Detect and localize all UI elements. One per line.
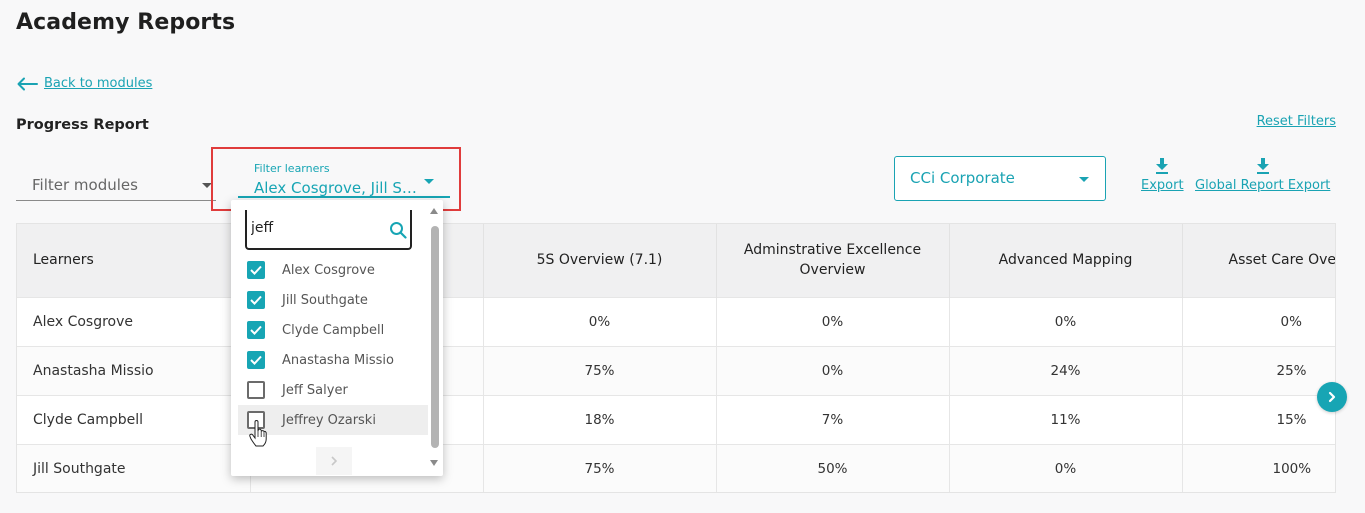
- check-icon: [250, 355, 262, 365]
- table-cell: 15%: [1182, 394, 1335, 444]
- column-header[interactable]: Asset Care Overview: [1182, 224, 1335, 297]
- global-report-export-label: Global Report Export: [1195, 178, 1331, 193]
- hand-pointer-icon: [249, 420, 267, 447]
- learner-option-label: Jeffrey Ozarski: [282, 412, 376, 428]
- back-to-modules-label: Back to modules: [44, 76, 153, 91]
- learner-search-input[interactable]: [251, 220, 381, 236]
- download-icon: [1156, 158, 1169, 174]
- filter-modules-select[interactable]: Filter modules: [16, 170, 216, 201]
- progress-table: Learners 5S Overview (7.1) Adminstrative…: [16, 223, 1336, 493]
- filter-modules-placeholder: Filter modules: [32, 176, 138, 194]
- search-icon: [390, 222, 407, 239]
- check-icon: [250, 265, 262, 275]
- learner-option[interactable]: Jeff Salyer: [238, 375, 428, 405]
- table-cell: 0%: [483, 296, 717, 346]
- learner-search-box[interactable]: [245, 210, 412, 250]
- check-icon: [250, 295, 262, 305]
- download-icon: [1256, 158, 1269, 174]
- report-title: Progress Report: [16, 117, 149, 133]
- table-header-row: Learners 5S Overview (7.1) Adminstrative…: [17, 224, 1335, 297]
- column-header[interactable]: Advanced Mapping: [949, 224, 1183, 297]
- table-cell: 25%: [1182, 345, 1335, 395]
- dropdown-next-button[interactable]: [316, 447, 352, 475]
- learner-option[interactable]: Anastasha Missio: [238, 345, 428, 375]
- table-row: Jill Southgate 75% 50% 0% 100%: [17, 443, 1335, 492]
- chevron-right-icon: [331, 456, 338, 466]
- table-cell: 11%: [949, 394, 1183, 444]
- chevron-right-icon: [1328, 391, 1336, 403]
- column-header-learners[interactable]: Learners: [17, 224, 251, 297]
- table-row: Alex Cosgrove 0% 0% 0% 0%: [17, 296, 1335, 346]
- scroll-up-arrow-icon[interactable]: [430, 208, 438, 214]
- table-cell: 50%: [716, 443, 950, 492]
- back-to-modules-link[interactable]: Back to modules: [16, 76, 152, 91]
- table-cell: 75%: [483, 345, 717, 395]
- checkbox-checked[interactable]: [247, 351, 265, 369]
- column-header[interactable]: 5S Overview (7.1): [483, 224, 717, 297]
- learner-option[interactable]: Alex Cosgrove: [238, 255, 428, 285]
- column-header[interactable]: Adminstrative Excellence Overview: [716, 224, 950, 297]
- caret-down-icon: [1079, 177, 1089, 182]
- scroll-down-arrow-icon[interactable]: [430, 460, 438, 466]
- organization-value: CCi Corporate: [910, 169, 1015, 187]
- learner-option[interactable]: Clyde Campbell: [238, 315, 428, 345]
- table-cell: 24%: [949, 345, 1183, 395]
- checkbox-unchecked[interactable]: [247, 381, 265, 399]
- reset-filters-link[interactable]: Reset Filters: [1257, 114, 1336, 129]
- scrollbar-thumb[interactable]: [431, 226, 439, 448]
- learner-option-label: Jill Southgate: [282, 292, 368, 308]
- table-cell: 0%: [716, 345, 950, 395]
- learner-cell: Alex Cosgrove: [17, 296, 251, 346]
- export-label: Export: [1141, 178, 1184, 193]
- learner-option-label: Alex Cosgrove: [282, 262, 375, 278]
- table-scroll-right-button[interactable]: [1317, 382, 1347, 412]
- table-cell: 0%: [1182, 296, 1335, 346]
- export-button[interactable]: Export: [1141, 158, 1184, 193]
- table-cell: 0%: [716, 296, 950, 346]
- global-report-export-button[interactable]: Global Report Export: [1195, 158, 1330, 193]
- learner-option-label: Clyde Campbell: [282, 322, 385, 338]
- table-cell: 0%: [949, 443, 1183, 492]
- learner-cell: Anastasha Missio: [17, 345, 251, 395]
- arrow-left-icon: [17, 77, 38, 90]
- table-cell: 100%: [1182, 443, 1335, 492]
- learner-option-label: Jeff Salyer: [282, 382, 348, 398]
- checkbox-checked[interactable]: [247, 321, 265, 339]
- dropdown-scrollbar[interactable]: [429, 206, 440, 470]
- table-cell: 18%: [483, 394, 717, 444]
- learner-cell: Clyde Campbell: [17, 394, 251, 444]
- table-cell: 0%: [949, 296, 1183, 346]
- table-cell: 7%: [716, 394, 950, 444]
- checkbox-checked[interactable]: [247, 291, 265, 309]
- checkbox-checked[interactable]: [247, 261, 265, 279]
- organization-select[interactable]: CCi Corporate: [894, 156, 1106, 201]
- learner-cell: Jill Southgate: [17, 443, 251, 492]
- table-row: Clyde Campbell 18% 7% 11% 15%: [17, 394, 1335, 444]
- page-title: Academy Reports: [16, 10, 236, 35]
- check-icon: [250, 325, 262, 335]
- table-row: Anastasha Missio 75% 0% 24% 25%: [17, 345, 1335, 395]
- learner-option-label: Anastasha Missio: [282, 352, 394, 368]
- learner-option[interactable]: Jill Southgate: [238, 285, 428, 315]
- table-cell: 75%: [483, 443, 717, 492]
